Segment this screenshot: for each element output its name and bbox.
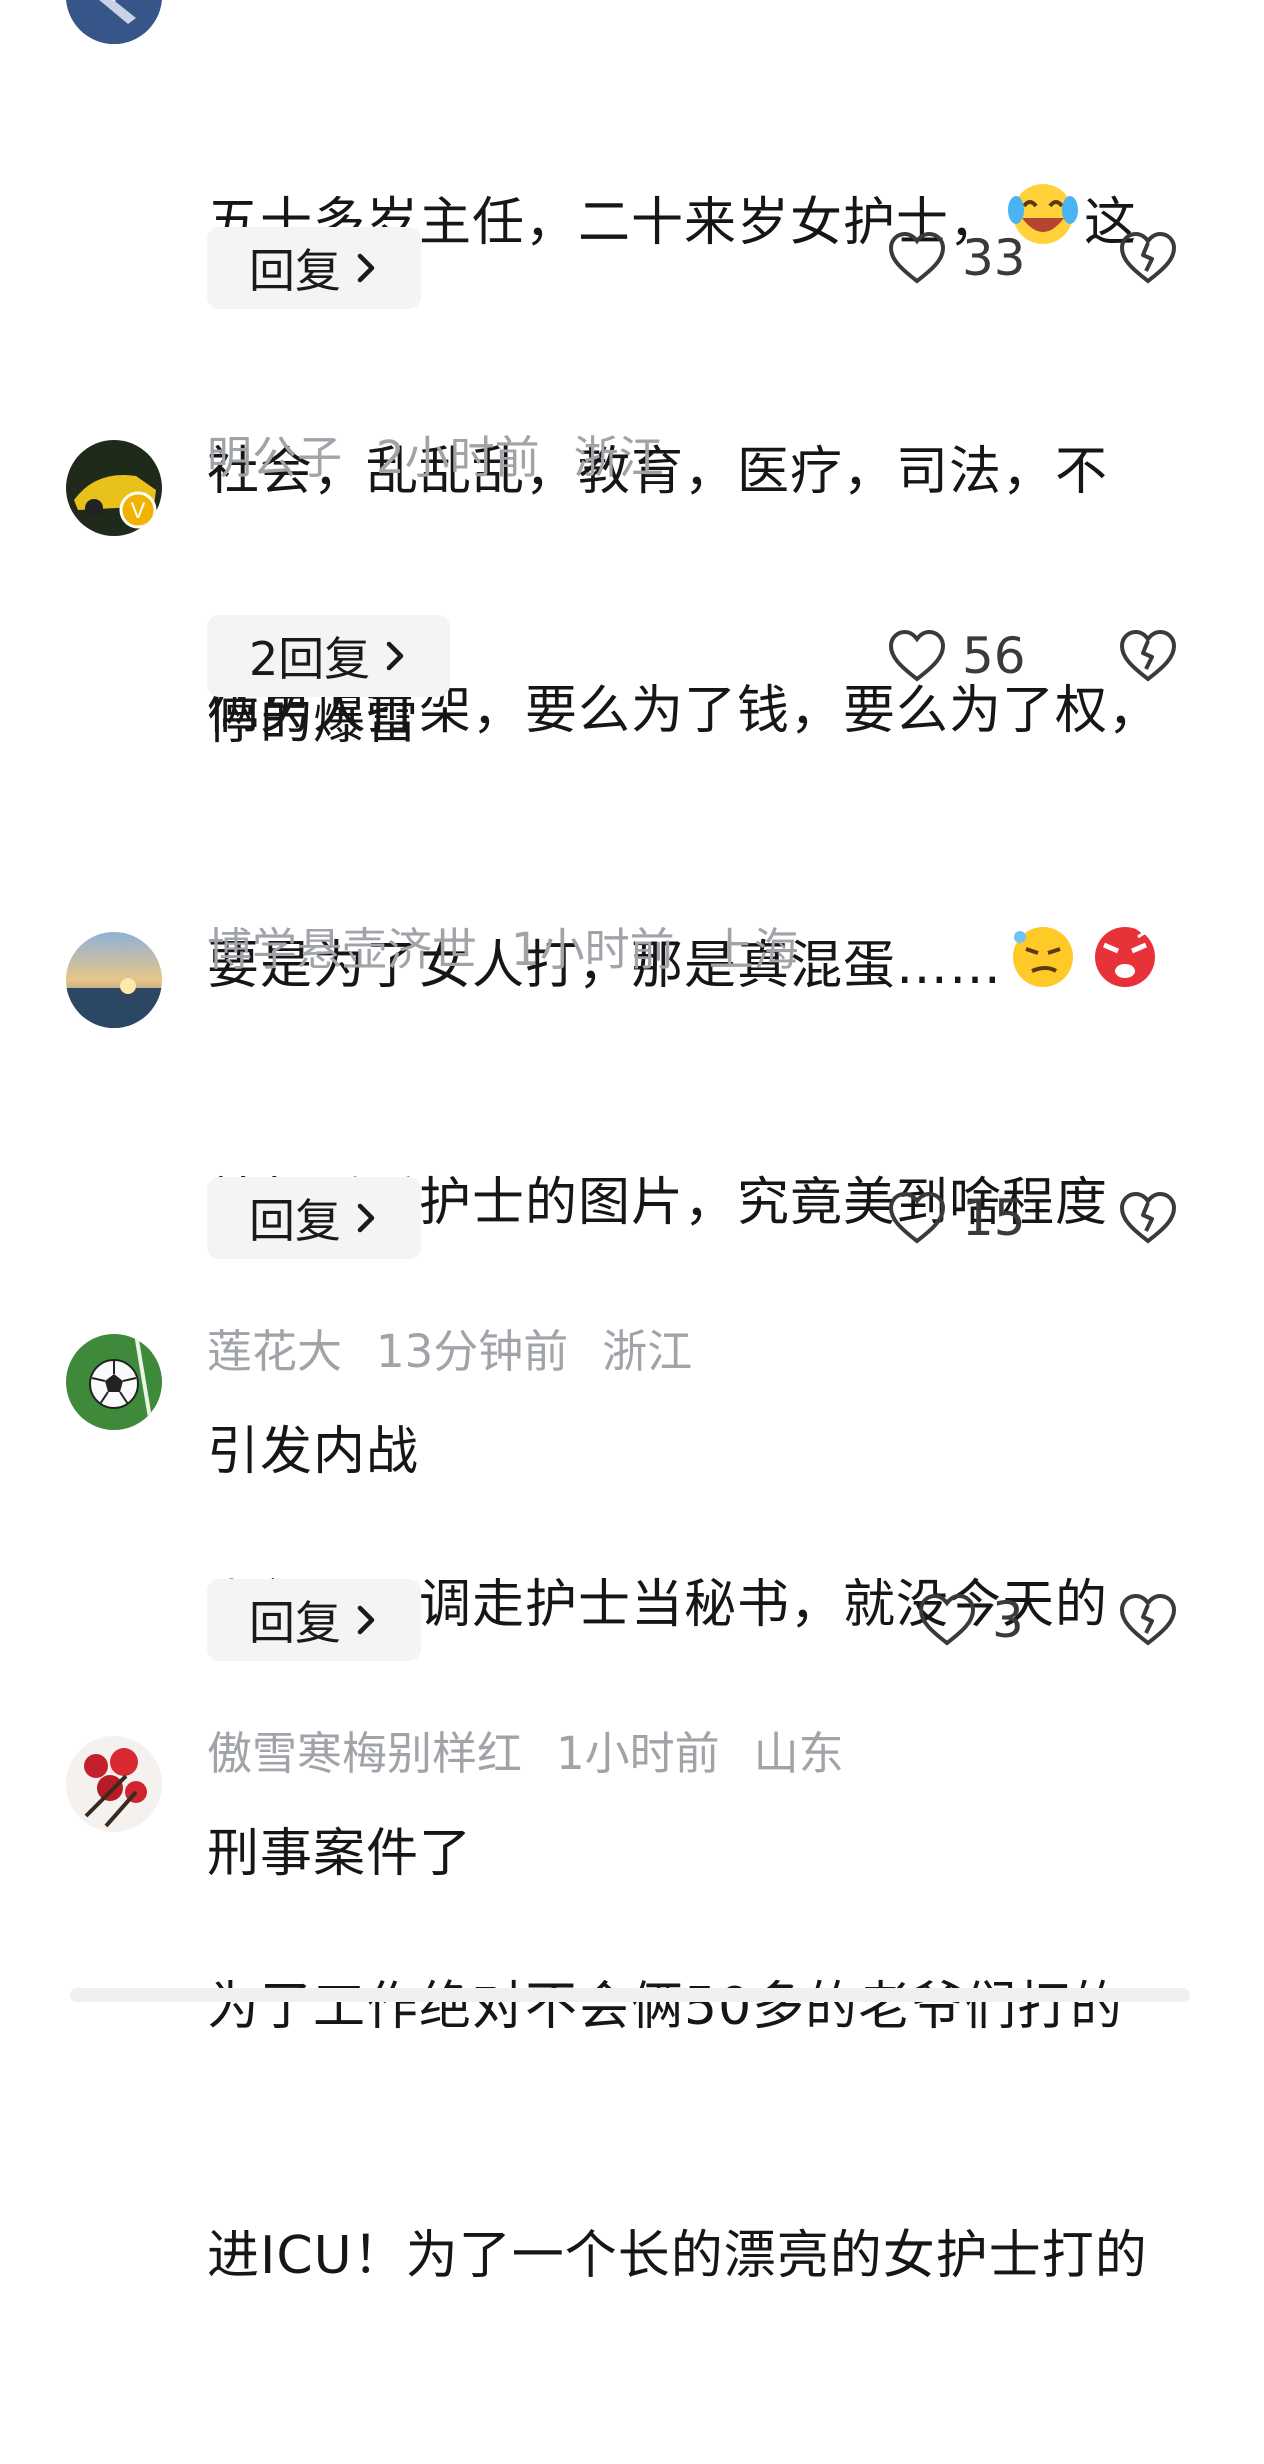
smirk-emoji-icon <box>1013 927 1074 987</box>
heart-outline-icon <box>888 231 946 284</box>
like-count: 3 <box>992 1591 1024 1649</box>
like-count: 15 <box>962 1189 1026 1247</box>
comment-meta: 明公子 2小时前 浙江 <box>207 428 698 488</box>
like-button[interactable]: 3 <box>918 1579 1024 1661</box>
comment-list: 五十多岁主任，二十来岁女护士，这 社会，乱乱乱，教育，医疗，司法，不 停的爆雷 … <box>0 0 1264 2286</box>
like-count: 56 <box>962 627 1026 685</box>
like-button[interactable]: 15 <box>888 1177 1026 1259</box>
broken-heart-icon <box>1119 1593 1177 1646</box>
sunset-sea-avatar-icon[interactable] <box>66 932 162 1028</box>
soccer-ball-avatar-icon[interactable] <box>66 1334 162 1430</box>
comment-text: 为了工作绝对不会俩50多的老爷们打的 进ICU！为了一个长的漂亮的女护士打的 <box>207 1977 1148 2286</box>
svg-text:V: V <box>131 498 146 523</box>
region: 浙江 <box>602 1325 693 1378</box>
comment-meta: 博学悬壶济世 1小时前 上海 <box>207 920 833 980</box>
chevron-right-icon <box>387 641 404 671</box>
username[interactable]: 博学悬壶济世 <box>207 923 477 976</box>
jet-avatar-icon[interactable] <box>66 0 162 44</box>
reply-button[interactable]: 2回复 <box>207 615 451 697</box>
reply-bar-edge <box>70 1988 1190 2002</box>
broken-heart-icon <box>1119 1191 1177 1244</box>
username[interactable]: 莲花大 <box>207 1325 342 1378</box>
dislike-button[interactable] <box>1118 615 1178 697</box>
reply-button[interactable]: 回复 <box>207 227 421 309</box>
reply-button[interactable]: 回复 <box>207 1579 421 1661</box>
timestamp: 2小时前 <box>376 431 540 484</box>
comment-meta: 莲花大 13分钟前 浙江 <box>207 1322 726 1382</box>
chevron-right-icon <box>357 1203 375 1233</box>
region: 浙江 <box>573 431 664 484</box>
username[interactable]: 明公子 <box>207 431 342 484</box>
heart-outline-icon <box>918 1593 976 1646</box>
chevron-right-icon <box>357 253 375 283</box>
chevron-right-icon <box>357 1605 375 1635</box>
heart-outline-icon <box>888 629 946 682</box>
dislike-button[interactable] <box>1118 1177 1178 1259</box>
region: 山东 <box>753 1727 844 1780</box>
comment-meta: 傲雪寒梅别样红 1小时前 山东 <box>207 1724 878 1784</box>
like-button[interactable]: 33 <box>888 217 1026 299</box>
red-flowers-avatar-icon[interactable] <box>66 1736 162 1832</box>
angry-emoji-icon <box>1095 925 1156 987</box>
reply-button[interactable]: 回复 <box>207 1177 421 1259</box>
dislike-button[interactable] <box>1118 1579 1178 1661</box>
broken-heart-icon <box>1119 629 1177 682</box>
broken-heart-icon <box>1119 231 1177 284</box>
username[interactable]: 傲雪寒梅别样红 <box>207 1727 522 1780</box>
timestamp: 1小时前 <box>511 923 675 976</box>
timestamp: 1小时前 <box>556 1727 720 1780</box>
sports-car-avatar-icon[interactable]: V <box>66 440 162 536</box>
timestamp: 13分钟前 <box>376 1325 569 1378</box>
like-button[interactable]: 56 <box>888 615 1026 697</box>
region: 上海 <box>708 923 799 976</box>
heart-outline-icon <box>888 1191 946 1244</box>
like-count: 33 <box>962 229 1026 287</box>
dislike-button[interactable] <box>1118 217 1178 299</box>
